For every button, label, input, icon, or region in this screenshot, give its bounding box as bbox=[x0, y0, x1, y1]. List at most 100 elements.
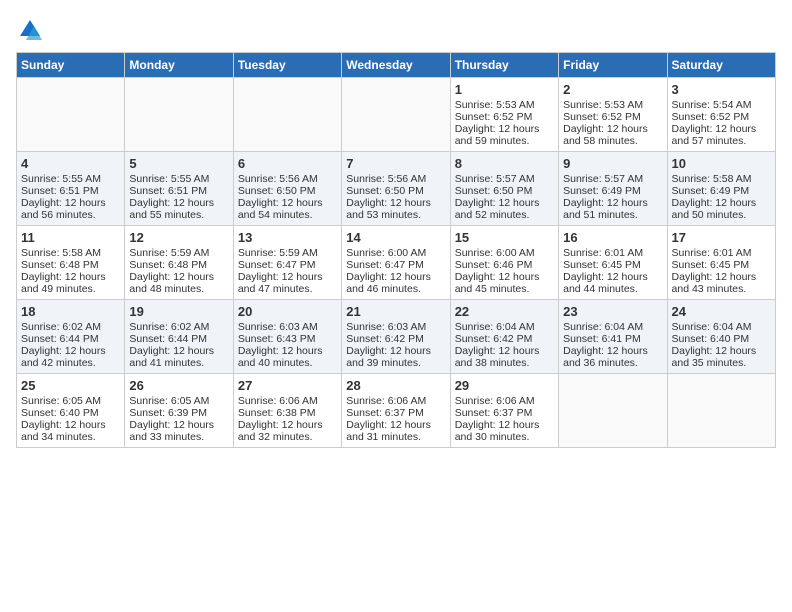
calendar-cell: 10Sunrise: 5:58 AMSunset: 6:49 PMDayligh… bbox=[667, 152, 775, 226]
day-header-saturday: Saturday bbox=[667, 53, 775, 78]
day-number: 25 bbox=[21, 378, 120, 393]
calendar-cell: 23Sunrise: 6:04 AMSunset: 6:41 PMDayligh… bbox=[559, 300, 667, 374]
day-number: 14 bbox=[346, 230, 445, 245]
day-info: Daylight: 12 hours and 46 minutes. bbox=[346, 271, 445, 295]
day-info: Daylight: 12 hours and 36 minutes. bbox=[563, 345, 662, 369]
day-number: 4 bbox=[21, 156, 120, 171]
day-number: 2 bbox=[563, 82, 662, 97]
day-number: 18 bbox=[21, 304, 120, 319]
day-header-sunday: Sunday bbox=[17, 53, 125, 78]
day-info: Daylight: 12 hours and 58 minutes. bbox=[563, 123, 662, 147]
day-header-friday: Friday bbox=[559, 53, 667, 78]
calendar-cell: 17Sunrise: 6:01 AMSunset: 6:45 PMDayligh… bbox=[667, 226, 775, 300]
day-info: Sunset: 6:41 PM bbox=[563, 333, 662, 345]
day-info: Sunset: 6:50 PM bbox=[346, 185, 445, 197]
day-info: Daylight: 12 hours and 47 minutes. bbox=[238, 271, 337, 295]
calendar-cell: 24Sunrise: 6:04 AMSunset: 6:40 PMDayligh… bbox=[667, 300, 775, 374]
day-info: Sunset: 6:37 PM bbox=[346, 407, 445, 419]
day-number: 16 bbox=[563, 230, 662, 245]
day-info: Daylight: 12 hours and 48 minutes. bbox=[129, 271, 228, 295]
day-info: Sunrise: 5:57 AM bbox=[455, 173, 554, 185]
day-number: 15 bbox=[455, 230, 554, 245]
day-info: Sunrise: 6:01 AM bbox=[672, 247, 771, 259]
day-info: Sunrise: 5:53 AM bbox=[563, 99, 662, 111]
day-number: 20 bbox=[238, 304, 337, 319]
day-info: Daylight: 12 hours and 44 minutes. bbox=[563, 271, 662, 295]
day-info: Daylight: 12 hours and 30 minutes. bbox=[455, 419, 554, 443]
day-info: Sunset: 6:47 PM bbox=[238, 259, 337, 271]
calendar-cell: 4Sunrise: 5:55 AMSunset: 6:51 PMDaylight… bbox=[17, 152, 125, 226]
day-info: Sunrise: 6:02 AM bbox=[129, 321, 228, 333]
day-info: Sunrise: 6:03 AM bbox=[238, 321, 337, 333]
calendar: SundayMondayTuesdayWednesdayThursdayFrid… bbox=[16, 52, 776, 448]
day-info: Sunrise: 5:56 AM bbox=[346, 173, 445, 185]
day-info: Sunrise: 5:56 AM bbox=[238, 173, 337, 185]
calendar-cell: 29Sunrise: 6:06 AMSunset: 6:37 PMDayligh… bbox=[450, 374, 558, 448]
day-info: Daylight: 12 hours and 38 minutes. bbox=[455, 345, 554, 369]
calendar-cell bbox=[17, 78, 125, 152]
day-info: Sunset: 6:45 PM bbox=[563, 259, 662, 271]
calendar-cell: 11Sunrise: 5:58 AMSunset: 6:48 PMDayligh… bbox=[17, 226, 125, 300]
day-info: Daylight: 12 hours and 56 minutes. bbox=[21, 197, 120, 221]
calendar-cell: 3Sunrise: 5:54 AMSunset: 6:52 PMDaylight… bbox=[667, 78, 775, 152]
day-number: 9 bbox=[563, 156, 662, 171]
day-info: Sunrise: 5:59 AM bbox=[129, 247, 228, 259]
calendar-cell: 1Sunrise: 5:53 AMSunset: 6:52 PMDaylight… bbox=[450, 78, 558, 152]
day-info: Daylight: 12 hours and 32 minutes. bbox=[238, 419, 337, 443]
day-number: 26 bbox=[129, 378, 228, 393]
day-number: 22 bbox=[455, 304, 554, 319]
day-info: Sunrise: 6:00 AM bbox=[455, 247, 554, 259]
day-info: Sunset: 6:40 PM bbox=[21, 407, 120, 419]
calendar-cell: 2Sunrise: 5:53 AMSunset: 6:52 PMDaylight… bbox=[559, 78, 667, 152]
day-header-wednesday: Wednesday bbox=[342, 53, 450, 78]
calendar-cell bbox=[559, 374, 667, 448]
calendar-cell: 19Sunrise: 6:02 AMSunset: 6:44 PMDayligh… bbox=[125, 300, 233, 374]
calendar-cell: 18Sunrise: 6:02 AMSunset: 6:44 PMDayligh… bbox=[17, 300, 125, 374]
calendar-cell bbox=[233, 78, 341, 152]
day-number: 24 bbox=[672, 304, 771, 319]
day-number: 8 bbox=[455, 156, 554, 171]
day-info: Daylight: 12 hours and 55 minutes. bbox=[129, 197, 228, 221]
day-info: Sunrise: 6:03 AM bbox=[346, 321, 445, 333]
day-info: Daylight: 12 hours and 33 minutes. bbox=[129, 419, 228, 443]
day-number: 21 bbox=[346, 304, 445, 319]
day-info: Daylight: 12 hours and 43 minutes. bbox=[672, 271, 771, 295]
day-number: 5 bbox=[129, 156, 228, 171]
day-info: Sunrise: 5:59 AM bbox=[238, 247, 337, 259]
calendar-cell: 21Sunrise: 6:03 AMSunset: 6:42 PMDayligh… bbox=[342, 300, 450, 374]
day-info: Sunset: 6:50 PM bbox=[238, 185, 337, 197]
calendar-cell: 15 Sunrise: 6:00 AMSunset: 6:46 PMDayligh… bbox=[450, 226, 558, 300]
day-info: Daylight: 12 hours and 51 minutes. bbox=[563, 197, 662, 221]
day-info: Daylight: 12 hours and 59 minutes. bbox=[455, 123, 554, 147]
calendar-cell: 8Sunrise: 5:57 AMSunset: 6:50 PMDaylight… bbox=[450, 152, 558, 226]
day-info: Sunset: 6:40 PM bbox=[672, 333, 771, 345]
day-number: 12 bbox=[129, 230, 228, 245]
day-info: Daylight: 12 hours and 45 minutes. bbox=[455, 271, 554, 295]
day-info: Sunset: 6:47 PM bbox=[346, 259, 445, 271]
calendar-cell: 6Sunrise: 5:56 AMSunset: 6:50 PMDaylight… bbox=[233, 152, 341, 226]
calendar-cell: 22 Sunrise: 6:04 AMSunset: 6:42 PMDayligh… bbox=[450, 300, 558, 374]
calendar-cell: 13 Sunrise: 5:59 AMSunset: 6:47 PMDayligh… bbox=[233, 226, 341, 300]
day-info: Daylight: 12 hours and 41 minutes. bbox=[129, 345, 228, 369]
day-info: Sunset: 6:42 PM bbox=[455, 333, 554, 345]
day-info: Sunrise: 5:55 AM bbox=[129, 173, 228, 185]
day-info: Daylight: 12 hours and 57 minutes. bbox=[672, 123, 771, 147]
day-number: 29 bbox=[455, 378, 554, 393]
day-info: Sunset: 6:49 PM bbox=[563, 185, 662, 197]
calendar-cell: 16Sunrise: 6:01 AMSunset: 6:45 PMDayligh… bbox=[559, 226, 667, 300]
logo bbox=[16, 16, 48, 44]
day-info: Daylight: 12 hours and 39 minutes. bbox=[346, 345, 445, 369]
day-info: Sunrise: 6:02 AM bbox=[21, 321, 120, 333]
day-info: Sunset: 6:46 PM bbox=[455, 259, 554, 271]
calendar-cell: 28Sunrise: 6:06 AMSunset: 6:37 PMDayligh… bbox=[342, 374, 450, 448]
day-info: Sunrise: 6:04 AM bbox=[455, 321, 554, 333]
day-info: Daylight: 12 hours and 53 minutes. bbox=[346, 197, 445, 221]
day-number: 1 bbox=[455, 82, 554, 97]
day-info: Sunrise: 6:05 AM bbox=[129, 395, 228, 407]
day-info: Sunset: 6:51 PM bbox=[21, 185, 120, 197]
day-number: 6 bbox=[238, 156, 337, 171]
day-number: 27 bbox=[238, 378, 337, 393]
calendar-cell: 5Sunrise: 5:55 AMSunset: 6:51 PMDaylight… bbox=[125, 152, 233, 226]
day-number: 13 bbox=[238, 230, 337, 245]
day-info: Sunset: 6:52 PM bbox=[455, 111, 554, 123]
